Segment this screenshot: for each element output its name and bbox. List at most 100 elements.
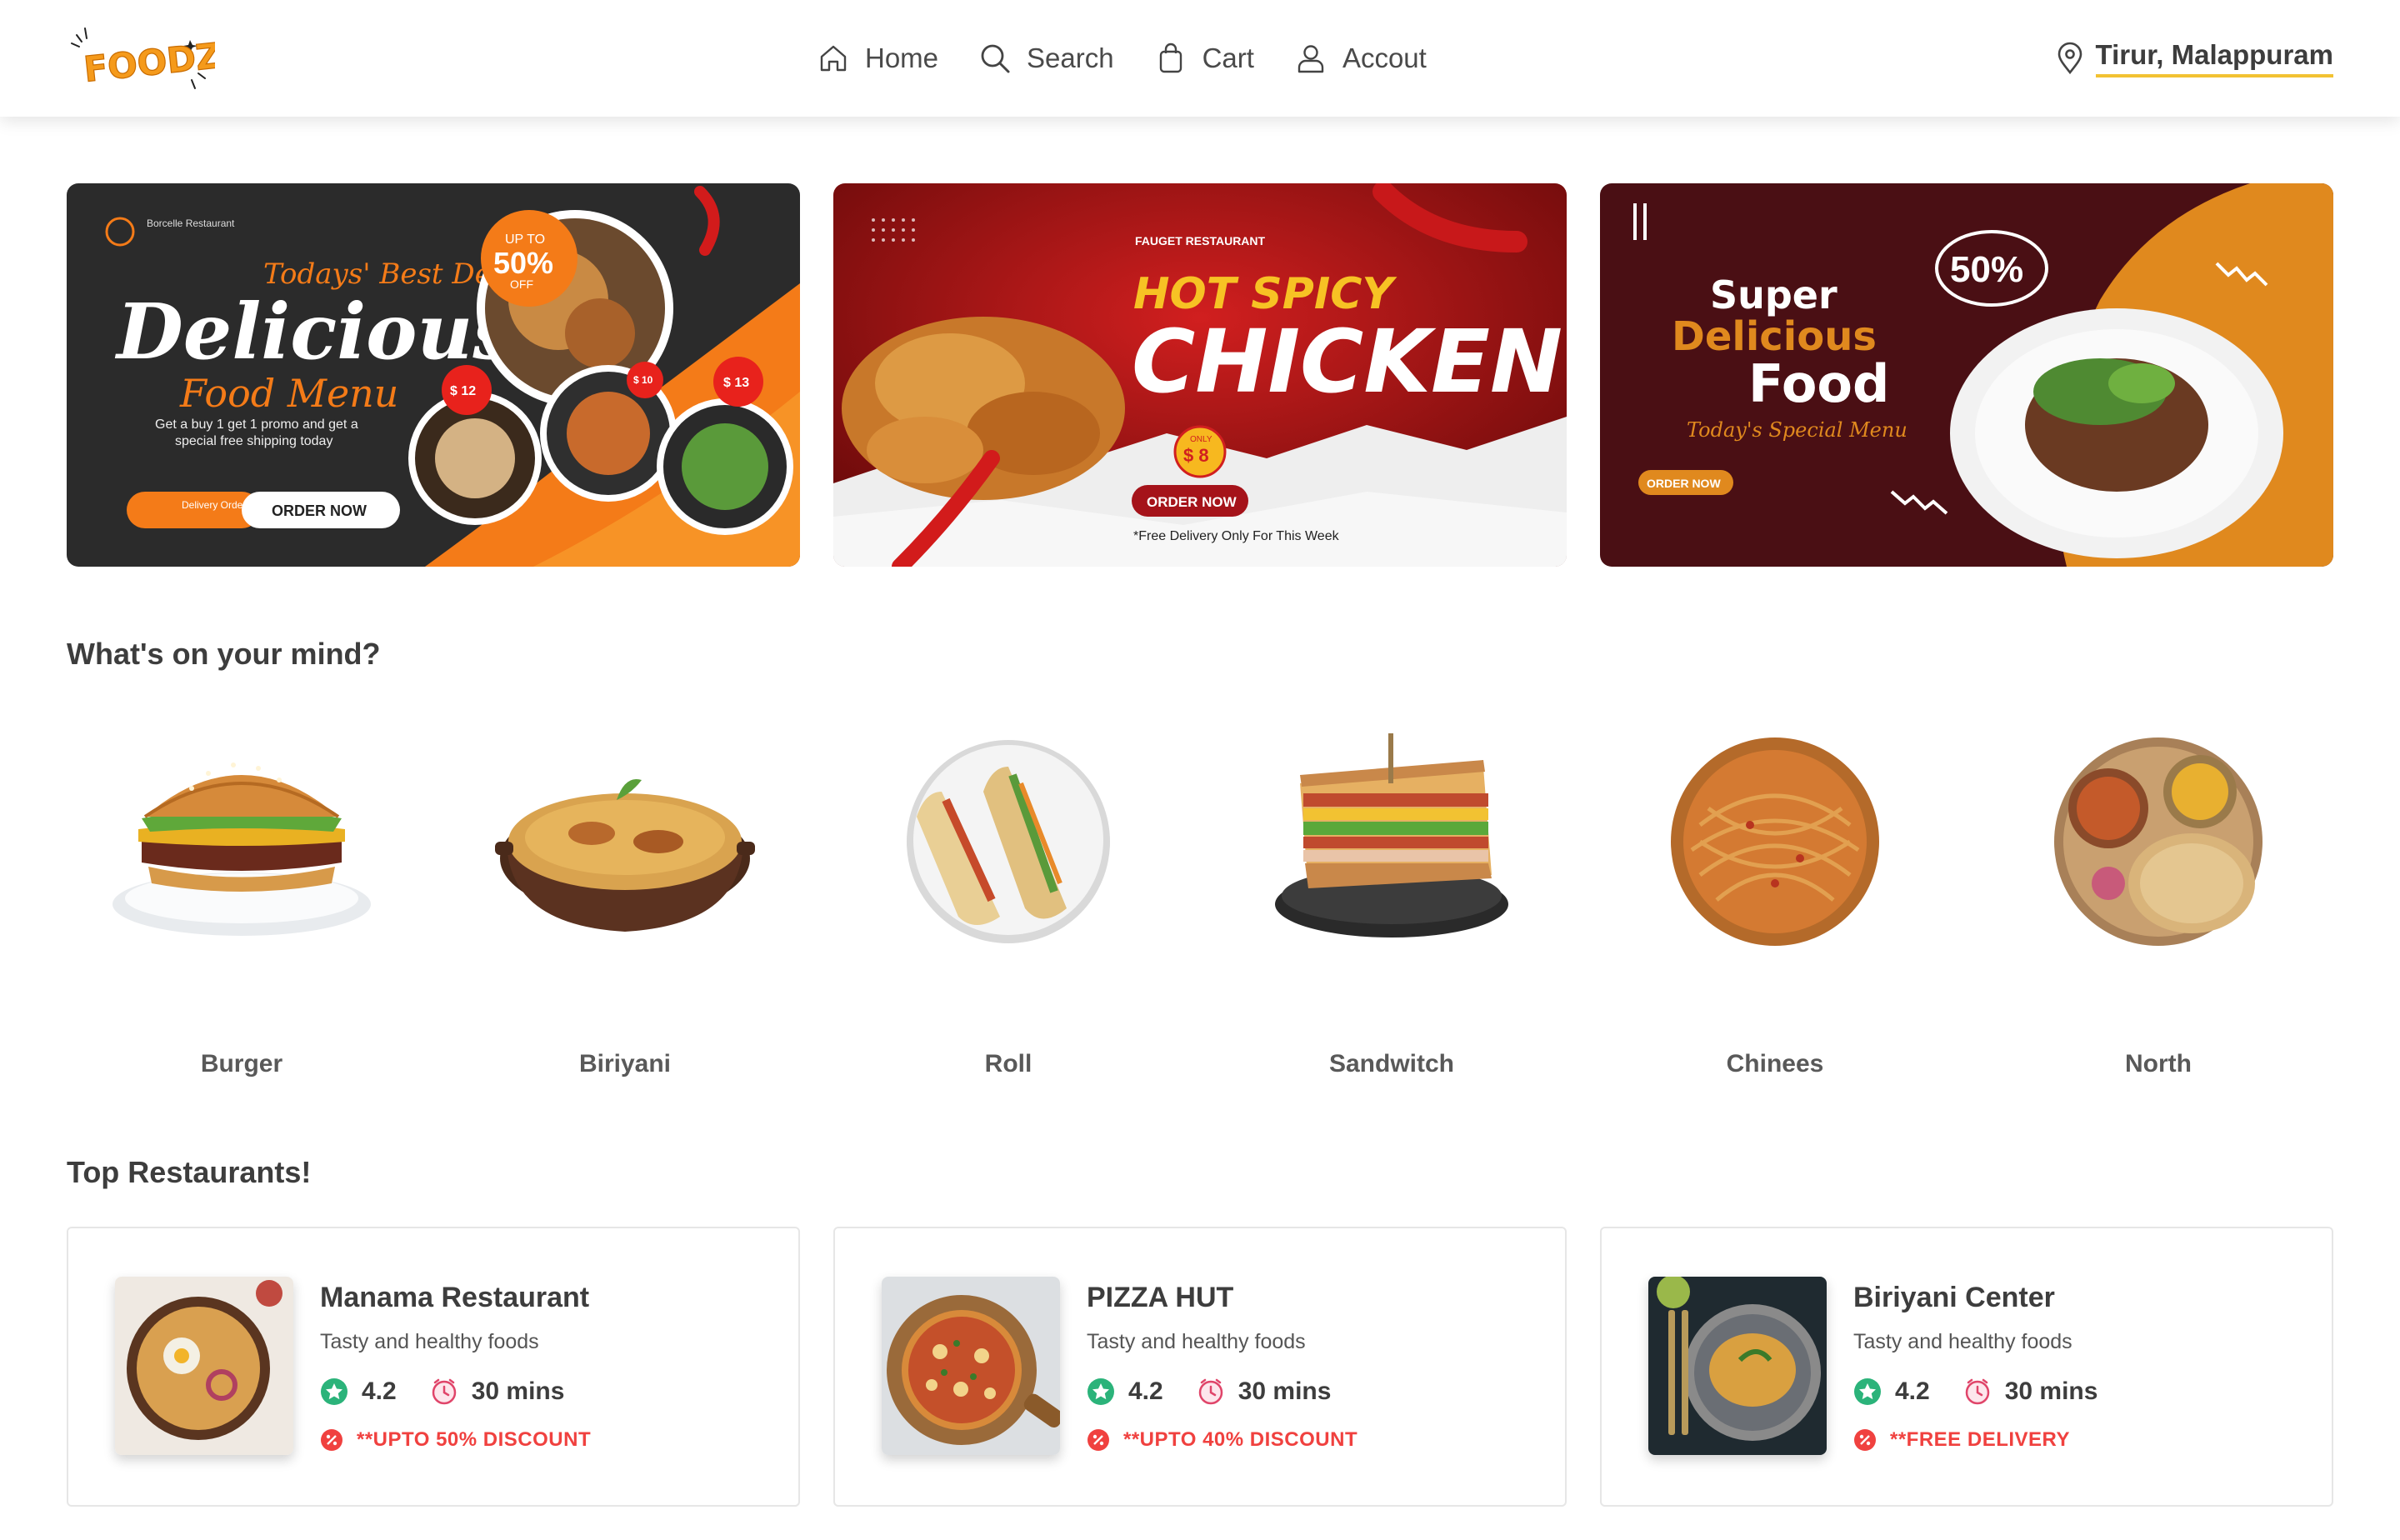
promo-banner-super-delicious[interactable]: 50% Super Delicious Food Today's Special…	[1600, 183, 2333, 567]
svg-text:$ 8: $ 8	[1183, 445, 1209, 466]
pizza-image	[882, 1277, 1060, 1455]
restaurant-description: Tasty and healthy foods	[1853, 1330, 2072, 1353]
search-icon	[981, 44, 1010, 73]
bag-icon	[1159, 42, 1182, 73]
star-rating-icon	[1854, 1378, 1881, 1405]
restaurant-name: PIZZA HUT	[1087, 1282, 1234, 1313]
noodles-image	[1671, 738, 1879, 946]
category-roll[interactable]: Roll	[833, 717, 1183, 1100]
category-label: North	[2125, 1050, 2192, 1078]
category-label: Sandwitch	[1328, 1050, 1454, 1078]
svg-text:ORDER NOW: ORDER NOW	[272, 502, 367, 519]
svg-text:FOODZ: FOODZ	[82, 35, 215, 90]
svg-text:$ 10: $ 10	[633, 374, 653, 386]
restaurant-thumbnail	[1648, 1277, 1827, 1455]
sandwich-image	[1275, 733, 1508, 938]
restaurant-rating: 4.2	[1895, 1378, 1930, 1405]
restaurant-list: Manama Restaurant Tasty and healthy food…	[67, 1227, 2333, 1507]
location-selector[interactable]: Tirur, Malappuram	[2054, 37, 2333, 80]
star-rating-icon	[1088, 1378, 1114, 1405]
category-label: Biriyani	[578, 1050, 672, 1078]
category-chinese[interactable]: Chinees	[1600, 717, 1950, 1100]
svg-text:$ 13: $ 13	[723, 376, 749, 390]
nav-search-label: Search	[1027, 42, 1114, 73]
restaurant-description: Tasty and healthy foods	[320, 1330, 539, 1353]
svg-text:$ 12: $ 12	[450, 384, 476, 398]
svg-text:50%: 50%	[1950, 249, 2023, 290]
restaurant-card[interactable]: Manama Restaurant Tasty and healthy food…	[67, 1227, 800, 1507]
category-biriyani[interactable]: Biriyani	[450, 717, 800, 1100]
location-text: Tirur, Malappuram	[2095, 39, 2333, 78]
restaurant-offer: **UPTO 40% DISCOUNT	[1087, 1428, 1358, 1452]
restaurant-thumbnail	[882, 1277, 1060, 1455]
restaurant-description: Tasty and healthy foods	[1087, 1330, 1306, 1353]
promo-banner-hot-spicy-chicken[interactable]: FAUGET RESTAURANT HOT SPICY CHICKEN ONLY…	[833, 183, 1567, 567]
svg-text:special free shipping today: special free shipping today	[175, 434, 332, 448]
delivery-time: 30 mins	[2004, 1378, 2098, 1405]
clock-icon	[432, 1378, 456, 1405]
delivery-time: 30 mins	[471, 1378, 565, 1405]
banner-delicious-artwork: Borcelle Restaurant Todays' Best Deal De…	[67, 183, 800, 567]
nav-cart[interactable]: Cart	[1154, 42, 1254, 75]
discount-badge-icon	[1088, 1429, 1109, 1451]
thali-image	[2054, 738, 2262, 946]
roll-image	[907, 740, 1110, 943]
svg-text:OFF: OFF	[510, 278, 533, 291]
restaurant-card[interactable]: PIZZA HUT Tasty and healthy foods 4.2 30…	[833, 1227, 1567, 1507]
offer-text: **FREE DELIVERY	[1890, 1428, 2070, 1451]
logo-graphic: FOODZ	[71, 28, 223, 91]
svg-text:*Free Delivery Only For This W: *Free Delivery Only For This Week	[1133, 529, 1340, 543]
category-north-indian[interactable]: North	[1983, 717, 2333, 1100]
foodz-logo[interactable]: FOODZ	[65, 20, 223, 95]
svg-text:UP TO: UP TO	[505, 232, 545, 247]
delivery-time: 30 mins	[1238, 1378, 1332, 1405]
category-label: Chinees	[1726, 1050, 1824, 1078]
svg-text:FAUGET RESTAURANT: FAUGET RESTAURANT	[1135, 234, 1266, 248]
category-label: Burger	[200, 1050, 283, 1078]
biriyani-dish-image	[115, 1277, 293, 1455]
svg-text:Today's Special Menu: Today's Special Menu	[1687, 418, 1908, 442]
svg-text:Delivery Order: Delivery Order	[182, 499, 246, 511]
svg-text:CHICKEN: CHICKEN	[1132, 311, 1562, 412]
restaurant-offer: **FREE DELIVERY	[1853, 1428, 2070, 1452]
restaurant-card[interactable]: Biriyani Center Tasty and healthy foods …	[1600, 1227, 2333, 1507]
nav-account-label: Accout	[1342, 42, 1427, 73]
location-pin-icon	[2058, 42, 2082, 75]
banner-super-delicious-artwork: 50% Super Delicious Food Today's Special…	[1600, 183, 2333, 567]
svg-text:Super: Super	[1710, 272, 1838, 318]
top-restaurants-title: Top Restaurants!	[67, 1155, 312, 1189]
nav-home-label: Home	[865, 42, 939, 73]
promo-banners: Borcelle Restaurant Todays' Best Deal De…	[67, 183, 2333, 567]
user-icon	[1298, 45, 1324, 73]
restaurant-rating: 4.2	[1128, 1378, 1163, 1405]
nav-home[interactable]: Home	[817, 42, 938, 75]
category-label: Roll	[984, 1050, 1032, 1078]
top-navbar: FOODZ Home Search Cart Accout Tirur, Mal…	[0, 0, 2400, 117]
restaurant-rating: 4.2	[362, 1378, 397, 1405]
svg-text:ONLY: ONLY	[1190, 435, 1212, 444]
clock-icon	[1198, 1378, 1222, 1405]
star-rating-icon	[321, 1378, 348, 1405]
restaurant-meta: 4.2 30 mins	[320, 1375, 564, 1408]
svg-text:Food: Food	[1748, 353, 1889, 414]
restaurant-name: Biriyani Center	[1853, 1282, 2055, 1313]
discount-badge-icon	[321, 1429, 342, 1451]
restaurant-meta: 4.2 30 mins	[1853, 1375, 2098, 1408]
restaurant-thumbnail	[115, 1277, 293, 1455]
svg-text:Delicious: Delicious	[114, 287, 516, 377]
discount-badge-icon	[1854, 1429, 1876, 1451]
restaurant-meta: 4.2 30 mins	[1087, 1375, 1331, 1408]
restaurant-name: Manama Restaurant	[320, 1282, 590, 1313]
promo-banner-delicious[interactable]: Borcelle Restaurant Todays' Best Deal De…	[67, 183, 800, 567]
nav-search[interactable]: Search	[978, 42, 1114, 75]
category-list: Burger Biriyani Roll Sandwitch Chinees N…	[67, 717, 2333, 1100]
home-icon	[820, 45, 847, 72]
svg-text:ORDER NOW: ORDER NOW	[1647, 477, 1721, 490]
category-sandwich[interactable]: Sandwitch	[1217, 717, 1567, 1100]
biriyani-image	[495, 779, 755, 932]
clock-icon	[1965, 1378, 1989, 1405]
category-burger[interactable]: Burger	[67, 717, 417, 1100]
nav-account[interactable]: Accout	[1294, 42, 1427, 75]
nav-cart-label: Cart	[1202, 42, 1254, 73]
banner-chicken-artwork: FAUGET RESTAURANT HOT SPICY CHICKEN ONLY…	[833, 183, 1567, 567]
